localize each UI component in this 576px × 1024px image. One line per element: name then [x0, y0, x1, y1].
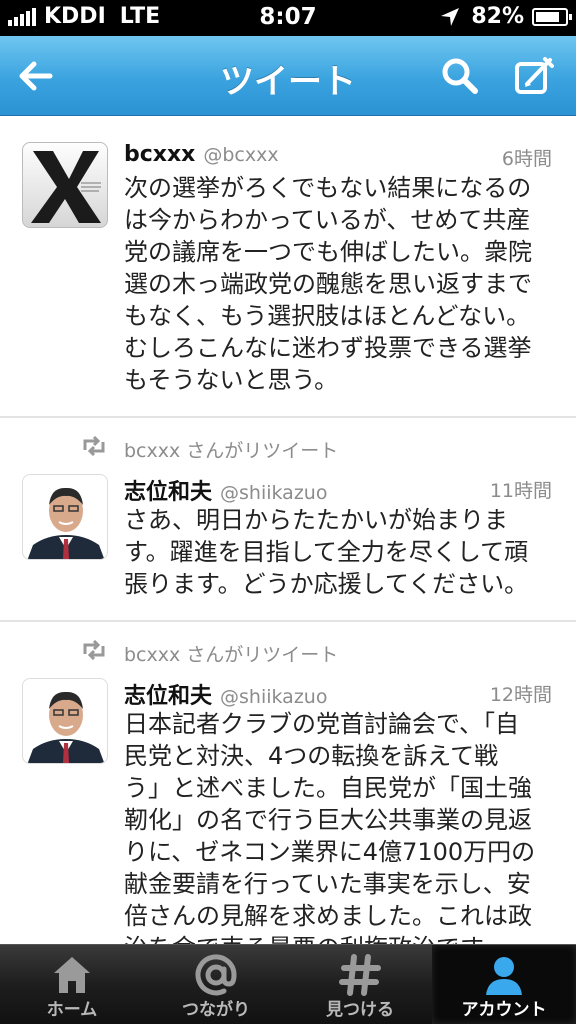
person-photo-icon — [27, 691, 105, 763]
x-logo-icon — [31, 151, 101, 223]
tweet-handle: @shiikazuo — [220, 686, 328, 708]
tweet-item[interactable]: bcxxx さんがリツイート 志位和夫 @shiikazuo 11時間 さあ、明日… — [0, 418, 576, 622]
search-icon[interactable] — [438, 54, 482, 98]
tweet-item[interactable]: bcxxx @bcxxx 6時間 次の選挙がろくでもない結果になるの は今からわか… — [0, 116, 576, 418]
tweet-text: 次の選挙がろくでもない結果になるの は今からわかっているが、せめて共産 党の議席… — [124, 174, 532, 394]
tab-label: つながり — [182, 1000, 250, 1020]
tweet-author[interactable]: 志位和夫 @shiikazuo — [124, 474, 327, 506]
home-icon — [54, 957, 90, 993]
page-title: ツイート — [220, 62, 356, 102]
tweet-author[interactable]: 志位和夫 @shiikazuo — [124, 678, 327, 710]
retweeted-by-label: bcxxx さんがリツイート — [124, 440, 339, 462]
avatar[interactable] — [22, 678, 108, 764]
tweet-timeline[interactable]: bcxxx @bcxxx 6時間 次の選挙がろくでもない結果になるの は今からわか… — [0, 116, 576, 944]
tab-discover[interactable]: 見つける — [288, 945, 432, 1024]
retweeted-by-label: bcxxx さんがリツイート — [124, 644, 339, 666]
tweet-timestamp: 11時間 — [489, 480, 552, 502]
person-icon — [486, 957, 522, 995]
navigation-bar: ツイート — [0, 36, 576, 116]
tab-label: 見つける — [326, 1000, 394, 1020]
tweet-item[interactable]: bcxxx さんがリツイート 志位和夫 @shiikazuo 12時間 日本記者ク… — [0, 622, 576, 944]
compose-icon[interactable] — [512, 54, 556, 98]
tweet-author[interactable]: bcxxx @bcxxx — [124, 142, 279, 167]
tweet-timestamp: 6時間 — [501, 148, 552, 170]
tab-label: アカウント — [461, 1000, 547, 1020]
tweet-handle: @bcxxx — [203, 144, 279, 166]
tweet-timestamp: 12時間 — [489, 684, 552, 706]
retweet-icon — [83, 436, 105, 456]
tweet-handle: @shiikazuo — [220, 482, 328, 504]
at-icon — [195, 954, 237, 996]
tab-connect[interactable]: つながり — [144, 945, 288, 1024]
tweet-text: 日本記者クラブの党首討論会で、「自 民党と対決、4つの転換を訴えて戦 う」と述べ… — [124, 710, 536, 944]
person-photo-icon — [27, 487, 105, 559]
tab-account[interactable]: アカウント — [432, 945, 576, 1024]
tab-label: ホーム — [46, 1000, 98, 1020]
retweet-icon — [83, 640, 105, 660]
status-bar: KDDI LTE 8:07 82% — [0, 0, 576, 36]
battery-percent: 82% — [471, 4, 524, 29]
location-arrow-icon — [441, 7, 460, 26]
avatar[interactable] — [22, 474, 108, 560]
hash-icon — [339, 954, 381, 996]
battery-icon — [532, 7, 572, 26]
tab-home[interactable]: ホーム — [0, 945, 144, 1024]
tweet-text: さあ、明日からたたかいが始まりま す。躍進を目指して全力を尽くして頑 張ります。… — [124, 506, 529, 598]
avatar[interactable] — [22, 142, 108, 228]
tab-bar: ホーム つながり 見つける アカウント — [0, 944, 576, 1024]
